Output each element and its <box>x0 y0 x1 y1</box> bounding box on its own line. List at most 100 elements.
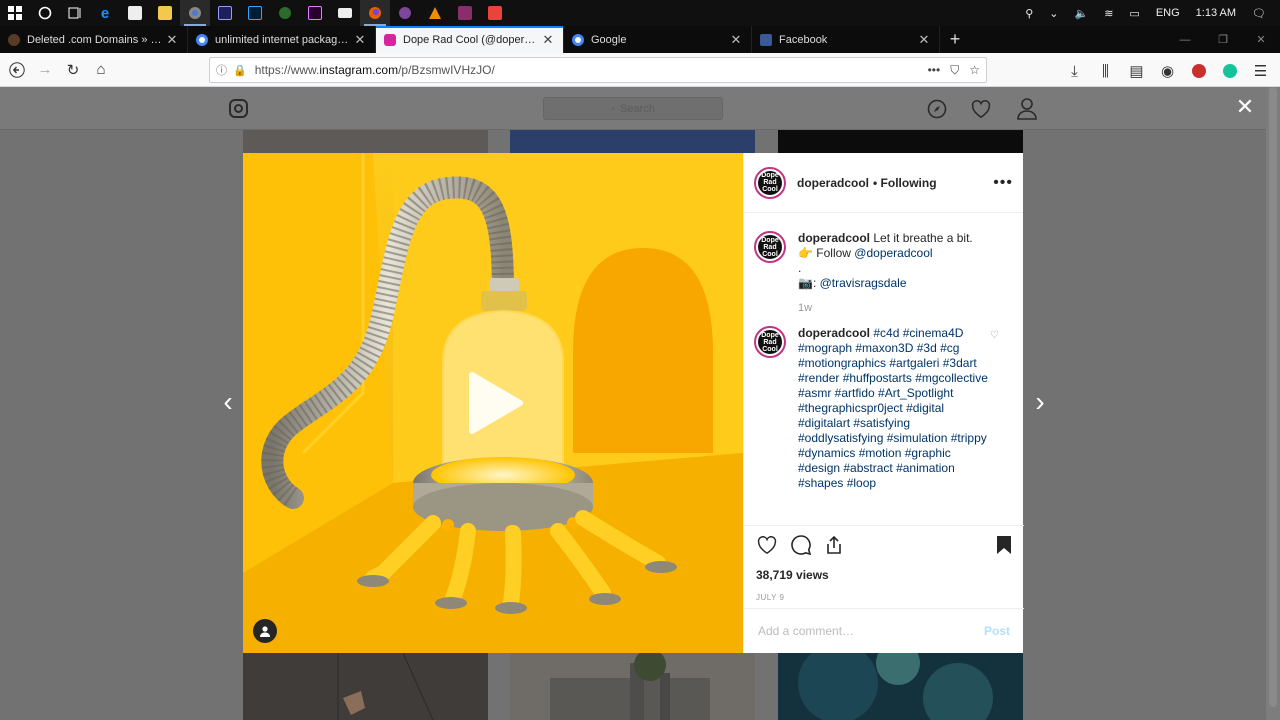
tab-unlimited-internet[interactable]: unlimited internet package - G ✕ <box>188 26 376 53</box>
task-view-icon[interactable] <box>60 0 90 26</box>
previous-post-arrow-icon[interactable]: ‹ <box>218 386 238 417</box>
avatar[interactable]: Dope Rad Cool <box>754 326 786 358</box>
new-tab-button[interactable]: + <box>940 26 970 53</box>
info-icon[interactable]: ⓘ <box>216 62 227 78</box>
language-indicator[interactable]: ENG <box>1148 7 1188 19</box>
comment-bubble-icon[interactable] <box>790 534 824 562</box>
firefox-icon[interactable] <box>360 0 390 26</box>
mention-link[interactable]: @travisragsdale <box>820 276 907 290</box>
next-post-arrow-icon[interactable]: › <box>1030 386 1050 417</box>
photoshop-icon[interactable] <box>240 0 270 26</box>
post-date[interactable]: JULY 9 <box>756 593 1012 602</box>
caption-time-ago[interactable]: 1w <box>798 301 998 316</box>
search-input[interactable]: ⌕ Search <box>543 97 723 120</box>
comment-username[interactable]: doperadcool <box>798 326 870 340</box>
grid-thumbnail[interactable] <box>510 130 755 153</box>
people-icon[interactable]: ⚲ <box>1017 7 1041 20</box>
grid-thumbnail[interactable] <box>778 653 1023 720</box>
winrar-icon[interactable] <box>450 0 480 26</box>
play-icon[interactable] <box>468 371 524 435</box>
download-icon[interactable]: ⤓ <box>1061 57 1088 85</box>
sidebar-icon[interactable]: ▤ <box>1123 57 1150 85</box>
tab-google[interactable]: Google ✕ <box>564 26 752 53</box>
hashtags-text[interactable]: #c4d #cinema4D #mograph #maxon3D #3d #cg… <box>798 326 988 490</box>
comment-username[interactable]: doperadcool <box>798 231 870 245</box>
close-modal-icon[interactable]: ✕ <box>1235 94 1255 119</box>
post-comment-button[interactable]: Post <box>984 624 1010 638</box>
instagram-logo-icon[interactable] <box>229 99 248 118</box>
vlc-icon[interactable] <box>420 0 450 26</box>
comment-input[interactable]: Add a comment… <box>758 624 984 638</box>
page-actions-icon[interactable]: ••• <box>928 63 941 78</box>
avatar[interactable]: Dope Rad Cool <box>754 231 786 263</box>
wifi-icon[interactable]: ≋ <box>1096 7 1121 20</box>
more-options-icon[interactable]: ••• <box>993 174 1013 192</box>
restore-icon[interactable]: ❐ <box>1204 26 1242 53</box>
clock[interactable]: 1:13 AM <box>1188 7 1244 19</box>
bookmark-saved-icon[interactable] <box>996 535 1012 561</box>
grid-thumbnail[interactable] <box>510 653 755 720</box>
forward-button[interactable]: → <box>31 56 59 84</box>
mention-link[interactable]: @doperadcool <box>854 246 932 260</box>
library-icon[interactable]: ⫼ <box>1092 57 1119 85</box>
page-scrollbar[interactable] <box>1266 87 1280 720</box>
after-effects-icon[interactable] <box>210 0 240 26</box>
post-username[interactable]: doperadcool <box>797 176 869 190</box>
app-icon[interactable] <box>480 0 510 26</box>
tor-browser-icon[interactable] <box>390 0 420 26</box>
tab-deleted-domains[interactable]: Deleted .com Domains » Expir ✕ <box>0 26 188 53</box>
tab-instagram[interactable]: Dope Rad Cool (@doperadcoo ✕ <box>376 26 564 53</box>
file-explorer-icon[interactable] <box>150 0 180 26</box>
caption-comment: Dope Rad Cool doperadcool Let it breathe… <box>754 231 1014 316</box>
pocket-icon[interactable]: ⛉ <box>950 63 959 78</box>
address-bar[interactable]: ⓘ 🔒 https://www. instagram.com/p/BzsmwIVH… <box>209 57 987 83</box>
grid-thumbnail[interactable] <box>243 130 488 153</box>
notifications-icon[interactable]: 🗨 <box>1244 7 1280 20</box>
mail-icon[interactable] <box>330 0 360 26</box>
scrollbar-thumb[interactable] <box>1269 87 1277 707</box>
reload-button[interactable]: ↻ <box>59 56 87 84</box>
corel-icon[interactable] <box>270 0 300 26</box>
following-status[interactable]: • Following <box>873 176 937 190</box>
grammarly-icon[interactable] <box>1216 57 1243 85</box>
premiere-icon[interactable] <box>300 0 330 26</box>
menu-icon[interactable]: ☰ <box>1247 57 1274 85</box>
close-window-icon[interactable]: ✕ <box>1242 26 1280 53</box>
volume-icon[interactable]: 🔈 <box>1067 7 1097 20</box>
account-icon[interactable]: ◉ <box>1154 57 1181 85</box>
chevron-up-icon[interactable]: ⌄ <box>1041 7 1066 20</box>
store-icon[interactable] <box>120 0 150 26</box>
edge-browser-icon[interactable]: e <box>90 0 120 26</box>
close-tab-icon[interactable]: ✕ <box>541 32 555 48</box>
home-button[interactable]: ⌂ <box>87 56 115 84</box>
grid-thumbnail[interactable] <box>778 130 1023 153</box>
share-icon[interactable] <box>824 535 858 561</box>
profile-icon[interactable] <box>1016 98 1038 120</box>
tab-facebook[interactable]: Facebook ✕ <box>752 26 940 53</box>
cortana-search-icon[interactable] <box>30 0 60 26</box>
avatar[interactable]: Dope Rad Cool <box>754 166 786 199</box>
adblock-icon[interactable] <box>1185 57 1212 85</box>
close-tab-icon[interactable]: ✕ <box>165 32 179 48</box>
like-heart-icon[interactable] <box>756 535 790 561</box>
view-count[interactable]: 38,719 views <box>756 568 1012 582</box>
instagram-favicon-icon <box>384 33 396 46</box>
like-comment-heart-icon[interactable]: ♡ <box>990 330 999 491</box>
lock-icon[interactable]: 🔒 <box>233 64 247 77</box>
keyboard-icon[interactable]: ▭ <box>1121 7 1147 20</box>
windows-start-icon[interactable] <box>0 0 30 26</box>
tab-title: Google <box>591 33 627 46</box>
post-video[interactable] <box>243 153 743 653</box>
close-tab-icon[interactable]: ✕ <box>729 32 743 48</box>
bookmark-star-icon[interactable]: ☆ <box>969 63 980 78</box>
comments-list[interactable]: Dope Rad Cool doperadcool Let it breathe… <box>744 213 1024 525</box>
back-button[interactable] <box>3 56 31 84</box>
activity-heart-icon[interactable] <box>970 98 992 120</box>
minimize-icon[interactable]: — <box>1166 26 1204 53</box>
explore-icon[interactable] <box>926 98 948 120</box>
grid-thumbnail[interactable] <box>243 653 488 720</box>
tagged-user-icon[interactable] <box>253 619 277 643</box>
chrome-icon[interactable] <box>180 0 210 26</box>
close-tab-icon[interactable]: ✕ <box>353 32 367 48</box>
close-tab-icon[interactable]: ✕ <box>917 32 931 48</box>
